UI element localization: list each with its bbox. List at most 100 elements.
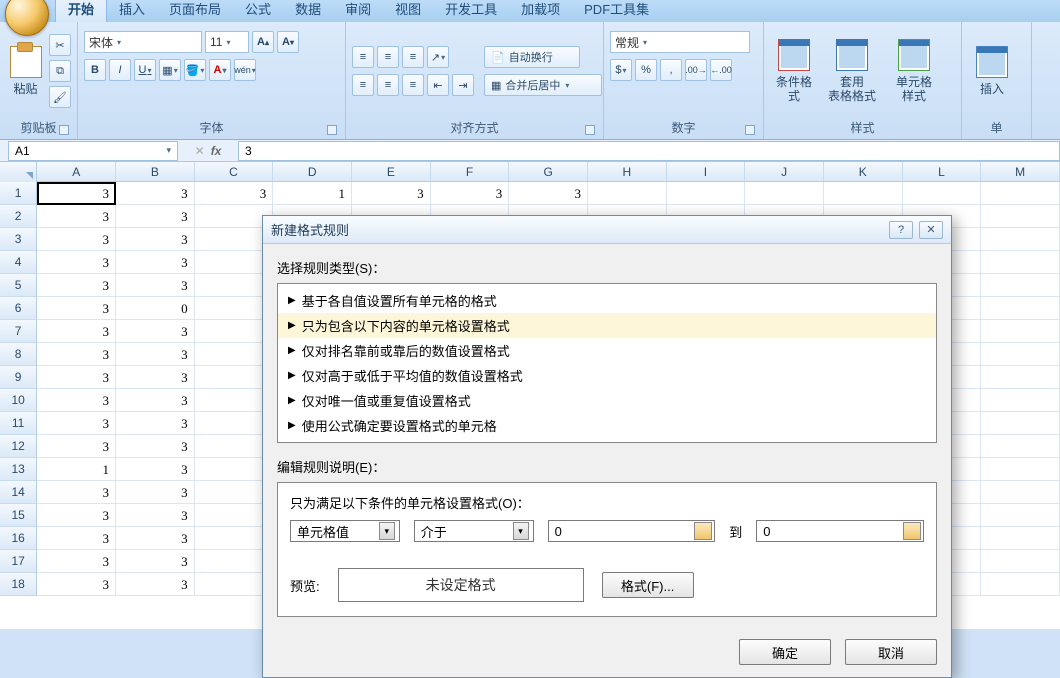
col-header-H[interactable]: H [588, 162, 667, 181]
cell-B10[interactable]: 3 [116, 389, 195, 412]
col-header-F[interactable]: F [431, 162, 510, 181]
cell-A4[interactable]: 3 [37, 251, 116, 274]
col-header-M[interactable]: M [981, 162, 1060, 181]
cell-M18[interactable] [981, 573, 1060, 596]
cell-A10[interactable]: 3 [37, 389, 116, 412]
cell-M10[interactable] [981, 389, 1060, 412]
cell-M15[interactable] [981, 504, 1060, 527]
font-color-button[interactable]: A [209, 59, 231, 81]
number-format-combo[interactable]: 常规▾ [610, 31, 750, 53]
cell-B9[interactable]: 3 [116, 366, 195, 389]
cell-A13[interactable]: 1 [37, 458, 116, 481]
cell-B16[interactable]: 3 [116, 527, 195, 550]
cell-A7[interactable]: 3 [37, 320, 116, 343]
ref-picker-icon[interactable] [903, 522, 921, 540]
dialog-close-button[interactable]: ✕ [919, 221, 943, 239]
cell-A9[interactable]: 3 [37, 366, 116, 389]
col-header-G[interactable]: G [509, 162, 588, 181]
cell-B13[interactable]: 3 [116, 458, 195, 481]
cell-A11[interactable]: 3 [37, 412, 116, 435]
ref-picker-icon[interactable] [694, 522, 712, 540]
cell-M1[interactable] [981, 182, 1060, 205]
cell-H1[interactable] [588, 182, 667, 205]
rule-type-item[interactable]: ▶只为包含以下内容的单元格设置格式 [278, 313, 936, 338]
phonetic-button[interactable]: wén [234, 59, 256, 81]
row-header-6[interactable]: 6 [0, 297, 37, 320]
increase-decimal-button[interactable]: .00→ [685, 59, 707, 81]
condition-value1-input[interactable]: 0 [548, 520, 716, 542]
row-header-16[interactable]: 16 [0, 527, 37, 550]
conditional-format-button[interactable]: 条件格式 [770, 31, 818, 111]
align-top-button[interactable]: ≡ [352, 46, 374, 68]
col-header-K[interactable]: K [824, 162, 903, 181]
decrease-decimal-button[interactable]: ←.00 [710, 59, 732, 81]
cell-L1[interactable] [903, 182, 982, 205]
merge-center-button[interactable]: ▦合并后居中 [484, 74, 602, 96]
format-button[interactable]: 格式(F)... [602, 572, 694, 598]
cell-B12[interactable]: 3 [116, 435, 195, 458]
font-size-combo[interactable]: 11▾ [205, 31, 249, 53]
cell-A17[interactable]: 3 [37, 550, 116, 573]
condition-target-combo[interactable]: 单元格值▾ [290, 520, 400, 542]
row-header-13[interactable]: 13 [0, 458, 37, 481]
rule-type-item[interactable]: ▶仅对排名靠前或靠后的数值设置格式 [278, 338, 936, 363]
rule-type-item[interactable]: ▶仅对高于或低于平均值的数值设置格式 [278, 363, 936, 388]
tab-插入[interactable]: 插入 [107, 0, 157, 22]
row-header-11[interactable]: 11 [0, 412, 37, 435]
tab-公式[interactable]: 公式 [233, 0, 283, 22]
row-header-8[interactable]: 8 [0, 343, 37, 366]
tab-开发工具[interactable]: 开发工具 [433, 0, 509, 22]
cell-B5[interactable]: 3 [116, 274, 195, 297]
row-header-14[interactable]: 14 [0, 481, 37, 504]
cell-styles-button[interactable]: 单元格 样式 [886, 31, 942, 111]
cell-M11[interactable] [981, 412, 1060, 435]
fill-color-button[interactable]: 🪣 [184, 59, 206, 81]
font-dialog-launcher[interactable] [327, 125, 337, 135]
cell-A14[interactable]: 3 [37, 481, 116, 504]
cell-K1[interactable] [824, 182, 903, 205]
fx-icon[interactable]: fx [211, 144, 222, 158]
row-header-4[interactable]: 4 [0, 251, 37, 274]
format-painter-button[interactable]: 🖌 [49, 86, 71, 108]
formula-input[interactable]: 3 [238, 141, 1060, 161]
tab-视图[interactable]: 视图 [383, 0, 433, 22]
rule-type-item[interactable]: ▶仅对唯一值或重复值设置格式 [278, 388, 936, 413]
font-name-combo[interactable]: 宋体▾ [84, 31, 202, 53]
name-box[interactable]: A1 ▾ [8, 141, 178, 161]
cell-A18[interactable]: 3 [37, 573, 116, 596]
cell-A2[interactable]: 3 [37, 205, 116, 228]
cell-B17[interactable]: 3 [116, 550, 195, 573]
row-header-3[interactable]: 3 [0, 228, 37, 251]
cell-A12[interactable]: 3 [37, 435, 116, 458]
cell-M3[interactable] [981, 228, 1060, 251]
col-header-A[interactable]: A [37, 162, 116, 181]
grow-font-button[interactable]: A▴ [252, 31, 274, 53]
row-header-1[interactable]: 1 [0, 182, 37, 205]
row-header-17[interactable]: 17 [0, 550, 37, 573]
col-header-B[interactable]: B [116, 162, 195, 181]
dialog-help-button[interactable]: ? [889, 221, 913, 239]
cell-A5[interactable]: 3 [37, 274, 116, 297]
cell-F1[interactable]: 3 [431, 182, 510, 205]
cell-A15[interactable]: 3 [37, 504, 116, 527]
align-dialog-launcher[interactable] [585, 125, 595, 135]
cell-M5[interactable] [981, 274, 1060, 297]
italic-button[interactable]: I [109, 59, 131, 81]
cell-B3[interactable]: 3 [116, 228, 195, 251]
col-header-J[interactable]: J [745, 162, 824, 181]
cell-M13[interactable] [981, 458, 1060, 481]
col-header-E[interactable]: E [352, 162, 431, 181]
accounting-format-button[interactable]: $ [610, 59, 632, 81]
cell-M17[interactable] [981, 550, 1060, 573]
cell-B7[interactable]: 3 [116, 320, 195, 343]
increase-indent-button[interactable]: ⇥ [452, 74, 474, 96]
cell-G1[interactable]: 3 [509, 182, 588, 205]
dialog-titlebar[interactable]: 新建格式规则 ? ✕ [263, 216, 951, 244]
align-center-button[interactable]: ≡ [377, 74, 399, 96]
condition-operator-combo[interactable]: 介于▾ [414, 520, 534, 542]
cell-B14[interactable]: 3 [116, 481, 195, 504]
cell-B2[interactable]: 3 [116, 205, 195, 228]
cell-A16[interactable]: 3 [37, 527, 116, 550]
cell-B8[interactable]: 3 [116, 343, 195, 366]
cell-D1[interactable]: 1 [273, 182, 352, 205]
